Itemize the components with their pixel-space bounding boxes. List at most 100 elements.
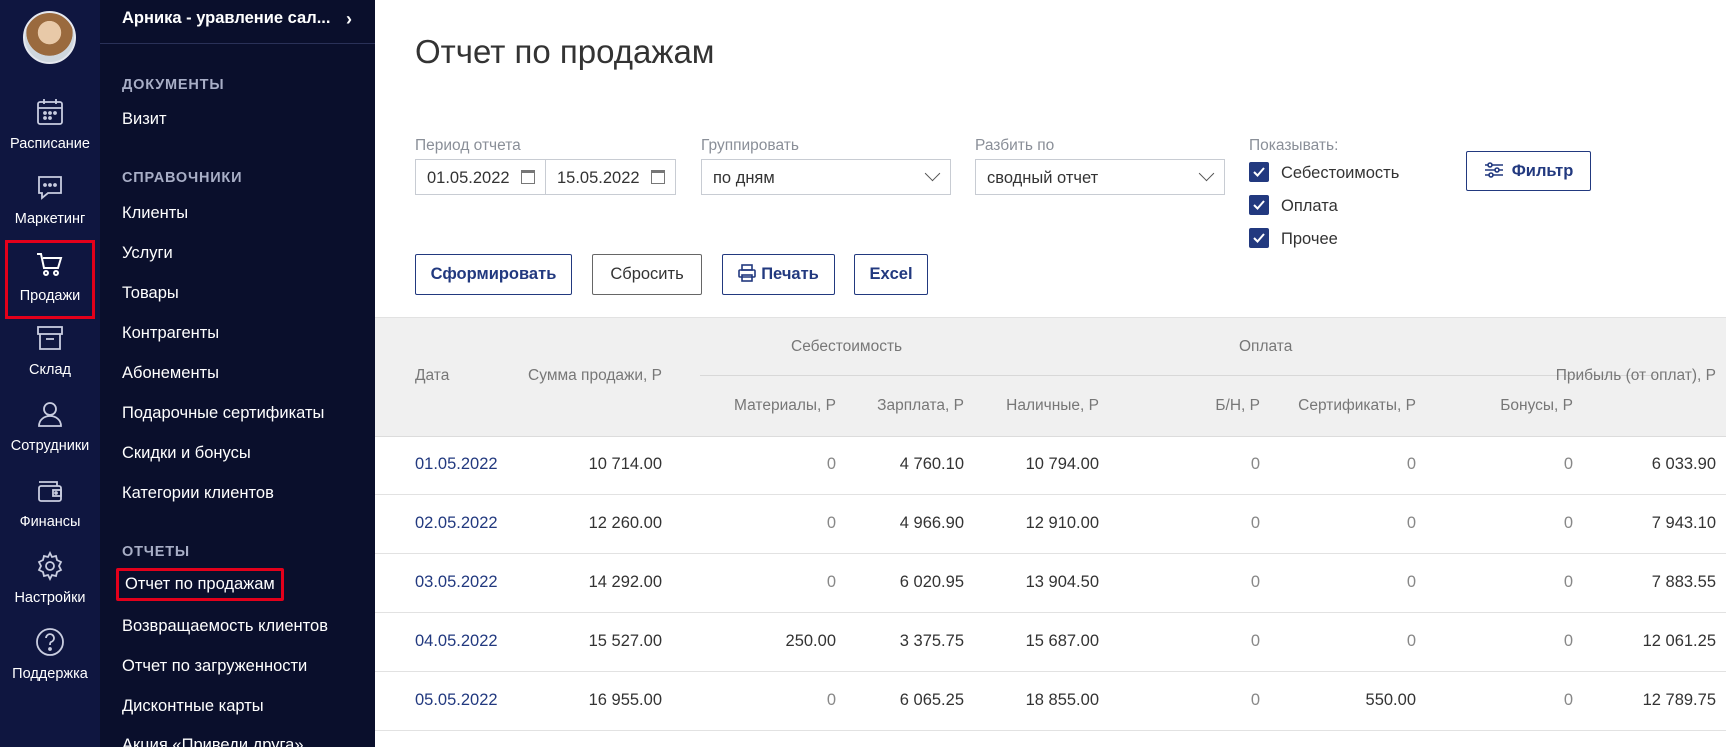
check-icon bbox=[1253, 200, 1265, 210]
checkbox-other[interactable] bbox=[1249, 228, 1269, 248]
company-name: Арника - уравление сал... bbox=[122, 9, 331, 27]
col-sale-sum[interactable]: Сумма продажи, Р bbox=[528, 367, 662, 385]
checkbox-payment[interactable] bbox=[1249, 195, 1269, 215]
rail-label: Маркетинг bbox=[14, 211, 86, 227]
cell-salary: 6 020.95 bbox=[899, 573, 964, 591]
rail-item-finance[interactable]: Финансы bbox=[0, 466, 100, 546]
menu-item-visit[interactable]: Визит bbox=[122, 110, 167, 129]
cell-date[interactable]: 04.05.2022 bbox=[415, 632, 498, 651]
date-from-field[interactable]: 01.05.2022 bbox=[415, 159, 546, 195]
cell-date[interactable]: 03.05.2022 bbox=[415, 573, 498, 592]
rail-item-staff[interactable]: Сотрудники bbox=[0, 390, 100, 470]
rail-label: Сотрудники bbox=[10, 438, 90, 454]
group-select[interactable]: по дням bbox=[701, 159, 951, 195]
cell-date[interactable]: 01.05.2022 bbox=[415, 455, 498, 474]
cell-bonuses: 0 bbox=[1563, 455, 1573, 473]
menu-item-refer-friend[interactable]: Акция «Приведи друга» bbox=[122, 736, 304, 755]
cell-salary: 6 065.25 bbox=[899, 691, 964, 709]
cell-certificates: 0 bbox=[1406, 514, 1416, 532]
cell-salary: 4 760.10 bbox=[899, 455, 964, 473]
section-directories: СПРАВОЧНИКИ bbox=[122, 170, 243, 186]
gear-icon bbox=[37, 550, 63, 582]
menu-item-subscriptions[interactable]: Абонементы bbox=[122, 364, 219, 383]
menu-item-gift-certificates[interactable]: Подарочные сертификаты bbox=[122, 404, 324, 423]
cell-sale-sum: 14 292.00 bbox=[588, 573, 662, 591]
chat-icon bbox=[38, 176, 62, 200]
rail-item-sales[interactable]: Продажи bbox=[5, 240, 95, 319]
col-certificates[interactable]: Сертификаты, Р bbox=[1298, 397, 1416, 415]
col-date[interactable]: Дата bbox=[415, 367, 449, 385]
rail-item-schedule[interactable]: Расписание bbox=[0, 88, 100, 168]
cell-bonuses: 0 bbox=[1563, 573, 1573, 591]
reset-button[interactable]: Сбросить bbox=[592, 254, 702, 295]
group-header-cost: Себестоимость bbox=[791, 338, 903, 355]
filter-button[interactable]: Фильтр bbox=[1466, 151, 1591, 191]
split-value: сводный отчет bbox=[987, 169, 1099, 187]
cell-date[interactable]: 02.05.2022 bbox=[415, 514, 498, 533]
group-value: по дням bbox=[713, 169, 775, 187]
rail-item-support[interactable]: Поддержка bbox=[0, 618, 100, 698]
cell-certificates: 550.00 bbox=[1365, 691, 1416, 709]
cell-salary: 4 966.90 bbox=[899, 514, 964, 532]
section-reports: ОТЧЕТЫ bbox=[122, 544, 190, 560]
cell-materials: 0 bbox=[826, 455, 836, 473]
generate-button[interactable]: Сформировать bbox=[415, 254, 572, 295]
box-icon bbox=[37, 326, 63, 350]
checkbox-cost[interactable] bbox=[1249, 162, 1269, 182]
rail-item-warehouse[interactable]: Склад bbox=[0, 314, 100, 394]
date-to-value: 15.05.2022 bbox=[557, 169, 640, 187]
menu-item-goods[interactable]: Товары bbox=[122, 284, 179, 303]
cell-sale-sum: 12 260.00 bbox=[588, 514, 662, 532]
rail-label: Расписание bbox=[10, 136, 90, 152]
cell-cash: 12 910.00 bbox=[1025, 514, 1099, 532]
col-cash[interactable]: Наличные, Р bbox=[1006, 397, 1099, 415]
cell-materials: 0 bbox=[826, 573, 836, 591]
report-table-header: Себестоимость Оплата Дата Сумма продажи,… bbox=[375, 317, 1726, 437]
col-cashless[interactable]: Б/Н, Р bbox=[1215, 397, 1260, 415]
printer-icon bbox=[738, 264, 756, 282]
menu-item-client-categories[interactable]: Категории клиентов bbox=[122, 484, 274, 503]
sliders-icon bbox=[1484, 162, 1503, 178]
menu-item-contractors[interactable]: Контрагенты bbox=[122, 324, 219, 343]
check-icon bbox=[1253, 167, 1265, 177]
cell-bonuses: 0 bbox=[1563, 514, 1573, 532]
cell-profit: 12 789.75 bbox=[1642, 691, 1716, 709]
rail-item-settings[interactable]: Настройки bbox=[0, 542, 100, 622]
menu-item-clients[interactable]: Клиенты bbox=[122, 204, 188, 223]
date-to-field[interactable]: 15.05.2022 bbox=[545, 159, 676, 195]
cell-certificates: 0 bbox=[1406, 632, 1416, 650]
menu-item-client-retention[interactable]: Возвращаемость клиентов bbox=[122, 617, 328, 636]
menu-item-discount-cards[interactable]: Дисконтные карты bbox=[122, 697, 264, 716]
chevron-down-icon bbox=[924, 165, 941, 182]
checkbox-payment-label: Оплата bbox=[1281, 197, 1338, 215]
excel-button[interactable]: Excel bbox=[854, 254, 928, 295]
calendar-icon[interactable] bbox=[521, 170, 535, 184]
rail-item-marketing[interactable]: Маркетинг bbox=[0, 163, 100, 243]
cell-cashless: 0 bbox=[1250, 514, 1260, 532]
menu-item-workload-report[interactable]: Отчет по загруженности bbox=[122, 657, 307, 676]
cell-sale-sum: 15 527.00 bbox=[588, 632, 662, 650]
table-row: 01.05.2022 10 714.00 0 4 760.10 10 794.0… bbox=[375, 435, 1726, 495]
col-materials[interactable]: Материалы, Р bbox=[734, 397, 836, 415]
col-salary[interactable]: Зарплата, Р bbox=[877, 397, 964, 415]
cell-bonuses: 0 bbox=[1563, 691, 1573, 709]
company-switcher[interactable]: Арника - уравление сал... › bbox=[122, 9, 362, 29]
print-button[interactable]: Печать bbox=[722, 254, 835, 295]
split-select[interactable]: сводный отчет bbox=[975, 159, 1225, 195]
wallet-icon bbox=[38, 481, 62, 502]
calendar-icon[interactable] bbox=[651, 170, 665, 184]
col-profit[interactable]: Прибыль (от оплат), Р bbox=[1556, 367, 1716, 385]
menu-item-services[interactable]: Услуги bbox=[122, 244, 173, 263]
user-avatar[interactable] bbox=[23, 11, 76, 64]
cell-profit: 7 943.10 bbox=[1651, 514, 1716, 532]
icon-rail: Расписание Маркетинг Продажи Склад Сотру… bbox=[0, 0, 100, 747]
col-bonuses[interactable]: Бонусы, Р bbox=[1500, 397, 1573, 415]
table-row: 05.05.2022 16 955.00 0 6 065.25 18 855.0… bbox=[375, 671, 1726, 731]
menu-item-sales-report[interactable]: Отчет по продажам bbox=[116, 568, 284, 601]
cell-cash: 18 855.00 bbox=[1025, 691, 1099, 709]
cell-cashless: 0 bbox=[1250, 573, 1260, 591]
show-label: Показывать: bbox=[1249, 137, 1339, 154]
period-label: Период отчета bbox=[415, 137, 521, 154]
cell-date[interactable]: 05.05.2022 bbox=[415, 691, 498, 710]
menu-item-discounts-bonuses[interactable]: Скидки и бонусы bbox=[122, 444, 251, 463]
